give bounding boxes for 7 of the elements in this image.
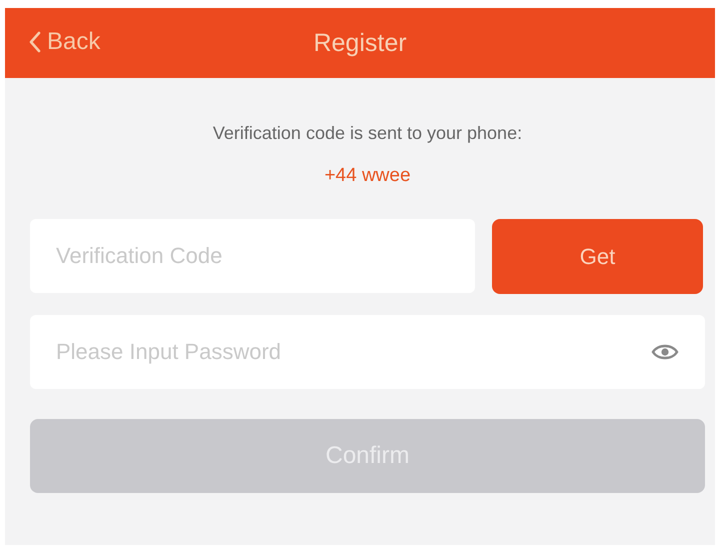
- back-chevron-icon: [29, 31, 41, 53]
- get-button[interactable]: Get: [492, 219, 703, 294]
- back-button[interactable]: Back: [29, 28, 100, 56]
- phone-number: +44 wwee: [323, 165, 412, 188]
- screen-title: Register: [313, 28, 407, 58]
- eye-icon[interactable]: [651, 343, 679, 361]
- info-text: Verification code is sent to your phone:: [212, 123, 524, 145]
